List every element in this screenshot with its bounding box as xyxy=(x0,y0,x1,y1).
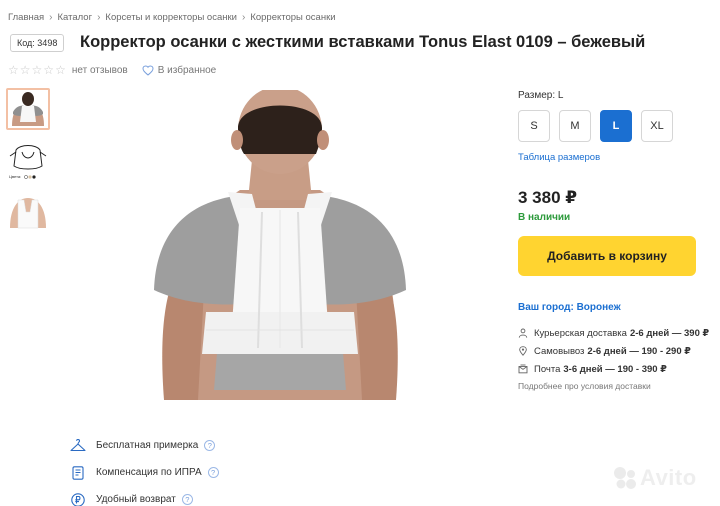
ruble-icon xyxy=(71,492,85,506)
rating-row: ☆ ☆ ☆ ☆ ☆ нет отзывов В избранное xyxy=(8,64,216,76)
delivery-pickup-value: 2-6 дней — 190 - 290 ₽ xyxy=(587,345,691,357)
product-main-image[interactable] xyxy=(140,86,420,400)
document-icon xyxy=(72,465,84,480)
package-icon xyxy=(518,364,528,374)
delivery-post: Почта 3-6 дней — 190 - 390 ₽ xyxy=(518,360,709,378)
chevron-right-icon: › xyxy=(97,12,101,23)
add-to-cart-button[interactable]: Добавить в корзину xyxy=(518,236,696,276)
reviews-count[interactable]: нет отзывов xyxy=(72,65,128,76)
watermark-text: Avito xyxy=(640,465,697,490)
delivery-courier-label: Курьерская доставка xyxy=(534,327,627,339)
thumbnail-front-view[interactable] xyxy=(6,188,50,230)
help-icon[interactable]: ? xyxy=(207,467,219,478)
star-icon: ☆ xyxy=(8,63,19,77)
star-icon: ☆ xyxy=(31,63,43,77)
breadcrumb-posture-correctors[interactable]: Корректоры осанки xyxy=(250,12,335,23)
breadcrumb-catalog[interactable]: Каталог xyxy=(58,12,93,23)
delivery-post-value: 3-6 дней — 190 - 390 ₽ xyxy=(563,363,667,375)
heart-icon xyxy=(142,64,154,76)
delivery-details-link[interactable]: Подробнее про условия доставки xyxy=(518,381,651,391)
thumbnail-caption: Цвета: xyxy=(9,174,21,179)
breadcrumb: Главная › Каталог › Корсеты и корректоры… xyxy=(8,12,336,23)
feature-ipra-label: Компенсация по ИПРА xyxy=(96,467,202,478)
size-option-l[interactable]: L xyxy=(600,110,632,142)
thumbnail-back-view[interactable] xyxy=(6,88,50,130)
chevron-right-icon: › xyxy=(241,12,246,23)
product-price: 3 380 ₽ xyxy=(518,188,578,207)
favorites-label: В избранное xyxy=(157,64,217,76)
size-option-m[interactable]: M xyxy=(559,110,591,142)
thumbnail-list: Цвета: xyxy=(6,88,52,238)
delivery-pickup-label: Самовывоз xyxy=(534,345,585,357)
chevron-right-icon: › xyxy=(49,12,53,23)
delivery-options: Курьерская доставка 2-6 дней — 390 ₽ Сам… xyxy=(518,324,709,378)
avito-logo-icon xyxy=(614,467,636,489)
delivery-courier: Курьерская доставка 2-6 дней — 390 ₽ xyxy=(518,324,709,342)
person-icon xyxy=(518,328,528,338)
size-selector: S M L XL xyxy=(518,110,673,142)
hanger-icon xyxy=(70,438,86,451)
star-icon: ☆ xyxy=(55,63,66,77)
feature-free-fitting-label: Бесплатная примерка xyxy=(96,440,199,451)
size-option-xl[interactable]: XL xyxy=(641,110,673,142)
star-icon: ☆ xyxy=(43,63,55,77)
help-icon[interactable]: ? xyxy=(181,494,193,505)
delivery-post-label: Почта xyxy=(534,363,561,375)
product-code-badge: Код: 3498 xyxy=(10,34,65,52)
stock-status: В наличии xyxy=(518,212,571,223)
page-title: Корректор осанки с жесткими вставками To… xyxy=(80,33,646,51)
feature-easy-return-label: Удобный возврат xyxy=(96,494,176,505)
delivery-courier-value: 2-6 дней — 390 ₽ xyxy=(629,327,710,339)
size-option-s[interactable]: S xyxy=(518,110,550,142)
location-pin-icon xyxy=(519,346,527,356)
add-to-favorites-button[interactable]: В избранное xyxy=(142,64,217,76)
size-table-link[interactable]: Таблица размеров xyxy=(518,152,600,163)
feature-free-fitting: Бесплатная примерка ? xyxy=(70,432,219,459)
thumbnail-sketch[interactable]: Цвета: xyxy=(6,138,50,180)
city-selector[interactable]: Ваш город: Воронеж xyxy=(518,302,621,313)
breadcrumb-corsets[interactable]: Корсеты и корректоры осанки xyxy=(105,12,237,23)
size-label: Размер: L xyxy=(518,90,564,101)
delivery-pickup: Самовывоз 2-6 дней — 190 - 290 ₽ xyxy=(518,342,709,360)
breadcrumb-home[interactable]: Главная xyxy=(8,12,44,23)
star-icon: ☆ xyxy=(19,63,31,77)
feature-ipra-compensation: Компенсация по ИПРА ? xyxy=(70,459,219,486)
avito-watermark: Avito xyxy=(612,465,697,491)
features-list: Бесплатная примерка ? Компенсация по ИПР… xyxy=(70,432,219,506)
help-icon[interactable]: ? xyxy=(204,440,216,451)
rating-stars: ☆ ☆ ☆ ☆ ☆ xyxy=(8,64,66,76)
feature-easy-return: Удобный возврат ? xyxy=(70,486,219,506)
